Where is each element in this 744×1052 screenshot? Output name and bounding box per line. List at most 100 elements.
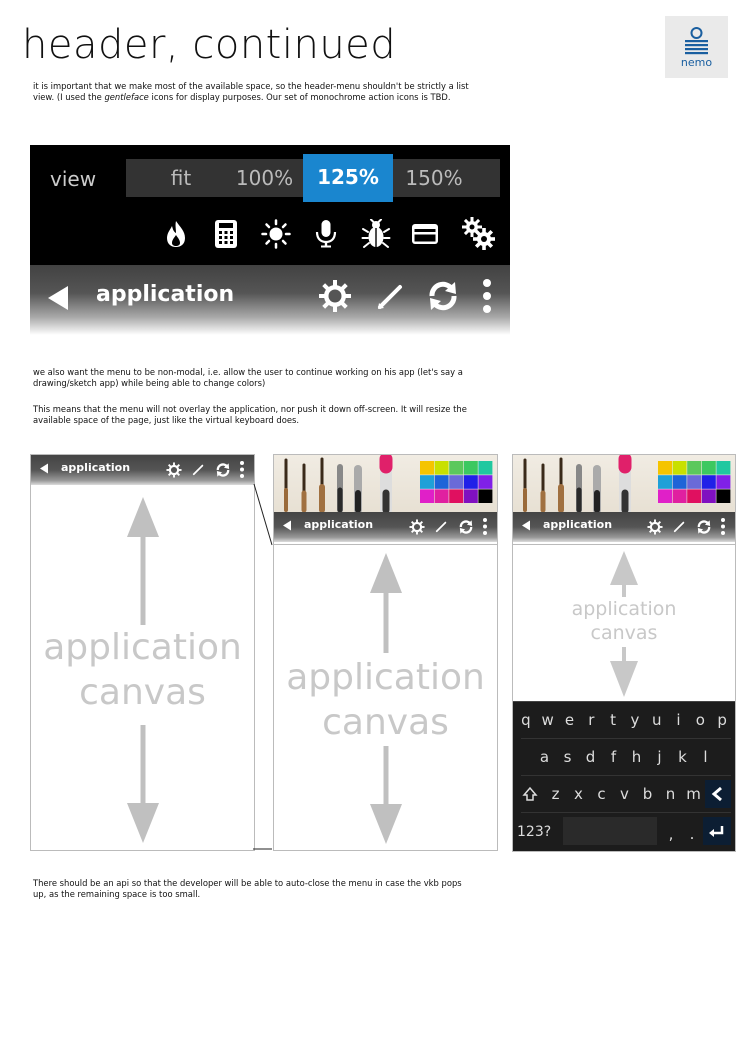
zoom-option-100[interactable]: 100% (222, 159, 307, 197)
key-j[interactable]: j (648, 742, 671, 772)
color-swatches[interactable] (420, 461, 494, 505)
color-swatch[interactable] (434, 489, 449, 503)
color-swatch[interactable] (420, 489, 434, 503)
refresh-icon[interactable] (215, 462, 231, 478)
color-swatch[interactable] (687, 475, 702, 489)
key-h[interactable]: h (625, 742, 648, 772)
color-swatch[interactable] (463, 461, 478, 475)
comma-key[interactable]: , (661, 817, 681, 847)
color-swatch[interactable] (449, 461, 464, 475)
color-swatch[interactable] (478, 489, 493, 503)
key-u[interactable]: u (646, 705, 668, 735)
microphone-icon[interactable] (311, 219, 341, 249)
key-p[interactable]: p (711, 705, 733, 735)
color-swatch[interactable] (687, 461, 702, 475)
key-s[interactable]: s (556, 742, 579, 772)
overflow-icon[interactable] (239, 460, 245, 479)
color-swatch[interactable] (478, 475, 493, 489)
card-icon[interactable] (410, 219, 440, 249)
back-icon[interactable] (39, 463, 49, 474)
nemo-logo: nemo (665, 16, 728, 78)
pencil-icon[interactable] (435, 520, 448, 533)
zoom-option-125[interactable]: 125% (303, 154, 393, 202)
key-t[interactable]: t (602, 705, 624, 735)
settings-icon[interactable] (647, 519, 663, 535)
space-key[interactable] (563, 817, 657, 845)
overflow-icon[interactable] (482, 517, 488, 536)
pencil-icon[interactable] (376, 281, 406, 311)
calculator-icon[interactable] (211, 219, 241, 249)
period-key[interactable]: . (681, 817, 703, 847)
settings-icon[interactable] (318, 279, 352, 313)
key-w[interactable]: w (537, 705, 559, 735)
color-swatch[interactable] (478, 461, 493, 475)
key-q[interactable]: q (515, 705, 537, 735)
backspace-key[interactable] (705, 780, 731, 808)
refresh-icon[interactable] (458, 519, 474, 535)
color-swatch[interactable] (420, 461, 434, 475)
settings-icon[interactable] (409, 519, 425, 535)
enter-key[interactable] (703, 817, 731, 845)
overflow-icon[interactable] (480, 277, 494, 317)
key-e[interactable]: e (559, 705, 581, 735)
key-z[interactable]: z (544, 779, 567, 809)
bug-icon[interactable] (361, 219, 391, 249)
zoom-option-fit[interactable]: fit (126, 159, 236, 197)
key-f[interactable]: f (602, 742, 625, 772)
view-label: view (50, 167, 97, 191)
color-swatch[interactable] (463, 475, 478, 489)
key-r[interactable]: r (580, 705, 602, 735)
color-swatch[interactable] (701, 475, 716, 489)
color-swatch[interactable] (434, 475, 449, 489)
key-v[interactable]: v (613, 779, 636, 809)
color-swatch[interactable] (701, 489, 716, 503)
key-b[interactable]: b (636, 779, 659, 809)
gears-icon[interactable] (460, 215, 496, 251)
pencil-icon[interactable] (192, 463, 205, 476)
shift-key[interactable] (517, 780, 543, 808)
key-n[interactable]: n (659, 779, 682, 809)
key-l[interactable]: l (694, 742, 717, 772)
key-i[interactable]: i (668, 705, 690, 735)
color-swatch[interactable] (672, 489, 687, 503)
overflow-icon[interactable] (720, 517, 726, 536)
key-x[interactable]: x (567, 779, 590, 809)
back-icon[interactable] (521, 520, 531, 531)
color-swatch[interactable] (463, 489, 478, 503)
color-swatch[interactable] (658, 475, 672, 489)
pencil-icon[interactable] (673, 520, 686, 533)
color-swatch[interactable] (716, 489, 731, 503)
refresh-icon[interactable] (696, 519, 712, 535)
key-a[interactable]: a (533, 742, 556, 772)
canvas-label-line2: canvas (590, 621, 658, 644)
brightness-icon[interactable] (261, 219, 291, 249)
color-swatch[interactable] (449, 489, 464, 503)
key-y[interactable]: y (624, 705, 646, 735)
flame-icon[interactable] (161, 219, 191, 249)
color-swatch[interactable] (672, 461, 687, 475)
key-o[interactable]: o (689, 705, 711, 735)
color-swatch[interactable] (701, 461, 716, 475)
settings-icon[interactable] (166, 462, 182, 478)
key-m[interactable]: m (682, 779, 705, 809)
key-c[interactable]: c (590, 779, 613, 809)
color-swatch[interactable] (658, 489, 672, 503)
back-icon[interactable] (46, 285, 70, 311)
key-d[interactable]: d (579, 742, 602, 772)
color-swatch[interactable] (420, 475, 434, 489)
numbers-key[interactable]: 123? (513, 817, 565, 847)
color-swatch[interactable] (716, 461, 731, 475)
color-swatch[interactable] (687, 489, 702, 503)
intro-emphasis: gentleface (104, 92, 149, 102)
color-swatch[interactable] (658, 461, 672, 475)
refresh-icon[interactable] (426, 279, 460, 313)
phone-mockup-with-keyboard: application application canvas 123? , . … (512, 452, 736, 852)
key-k[interactable]: k (671, 742, 694, 772)
zoom-option-150[interactable]: 150% (394, 159, 474, 197)
color-swatch[interactable] (672, 475, 687, 489)
color-swatches[interactable] (658, 461, 732, 505)
back-icon[interactable] (282, 520, 292, 531)
color-swatch[interactable] (716, 475, 731, 489)
color-swatch[interactable] (449, 475, 464, 489)
color-swatch[interactable] (434, 461, 449, 475)
